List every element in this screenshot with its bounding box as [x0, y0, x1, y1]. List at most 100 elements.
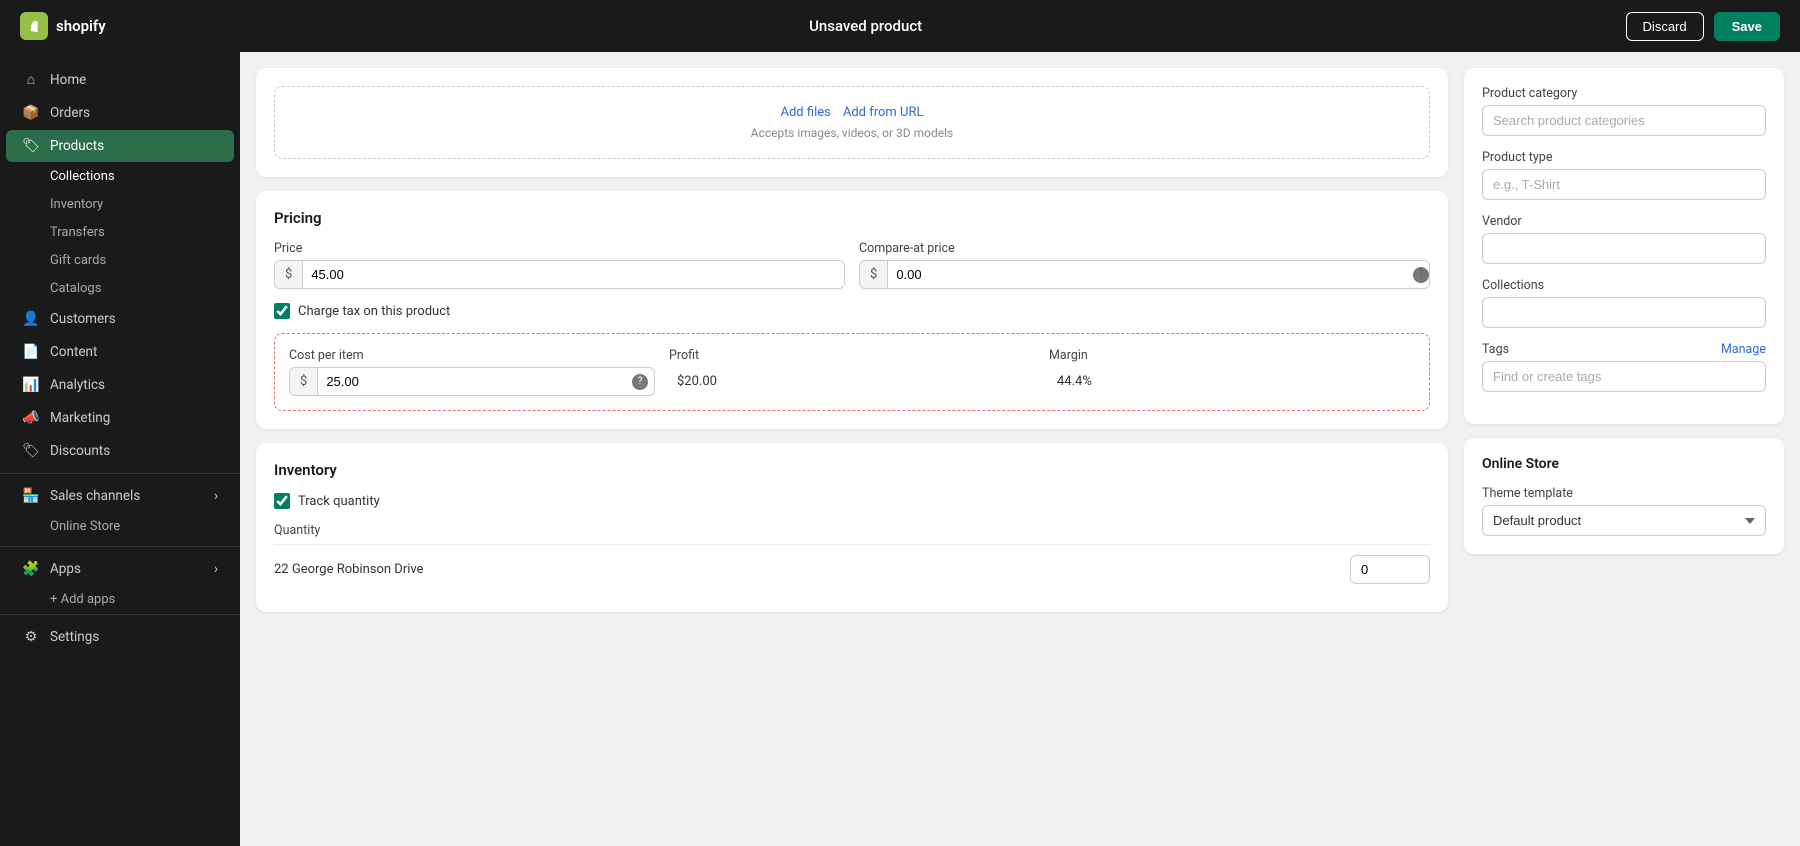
sidebar-item-analytics[interactable]: 📊 Analytics	[6, 369, 234, 401]
price-currency-symbol: $	[275, 261, 303, 288]
right-column: Product category Product type Vendor Col…	[1464, 68, 1784, 830]
compare-at-price-label: Compare-at price	[859, 241, 1430, 256]
quantity-input[interactable]	[1350, 555, 1430, 584]
quantity-label: Quantity	[274, 523, 1430, 538]
sidebar-subitem-add-apps[interactable]: + Add apps	[6, 586, 234, 613]
home-icon: ⌂	[22, 71, 40, 88]
cost-currency-symbol: $	[290, 368, 318, 395]
vendor-label: Vendor	[1482, 214, 1766, 229]
compare-currency-symbol: $	[860, 261, 888, 288]
orders-icon: 📦	[22, 105, 40, 121]
apps-icon: 🧩	[22, 561, 40, 577]
inventory-card: Inventory Track quantity Quantity 22 Geo…	[256, 443, 1448, 612]
media-dropzone[interactable]: Add files Add from URL Accepts images, v…	[274, 86, 1430, 159]
sidebar-subitem-online-store[interactable]: Online Store	[6, 513, 234, 540]
collections-group: Collections	[1482, 278, 1766, 328]
sidebar-item-customers[interactable]: 👤 Customers	[6, 303, 234, 335]
discard-button[interactable]: Discard	[1626, 12, 1704, 41]
track-quantity-checkbox[interactable]	[274, 493, 290, 509]
discounts-icon: 🏷	[22, 443, 40, 459]
profit-label: Profit	[669, 348, 1035, 363]
media-links: Add files Add from URL	[293, 105, 1411, 120]
sidebar-item-products[interactable]: 🏷 Products	[6, 130, 234, 162]
tags-header: Tags Manage	[1482, 342, 1766, 357]
sidebar-item-settings[interactable]: ⚙ Settings	[6, 621, 234, 653]
product-organization-card: Product category Product type Vendor Col…	[1464, 68, 1784, 424]
sidebar-item-home[interactable]: ⌂ Home	[6, 63, 234, 96]
media-card: Add files Add from URL Accepts images, v…	[256, 68, 1448, 177]
online-store-title: Online Store	[1482, 456, 1766, 472]
collections-label: Collections	[1482, 278, 1766, 293]
collections-input[interactable]	[1482, 297, 1766, 328]
track-quantity-label: Track quantity	[298, 494, 380, 509]
cost-input-wrapper: $ ?	[289, 367, 655, 396]
sidebar-subitem-transfers[interactable]: Transfers	[6, 219, 234, 246]
add-from-url-link[interactable]: Add from URL	[843, 105, 924, 120]
topbar-left: shopify	[20, 12, 106, 40]
price-field: Price $	[274, 241, 845, 289]
center-column: Add files Add from URL Accepts images, v…	[256, 68, 1448, 830]
charge-tax-row: Charge tax on this product	[274, 303, 1430, 319]
cost-section: Cost per item $ ? Profit $20.00	[274, 333, 1430, 411]
sidebar-orders-label: Orders	[50, 105, 90, 121]
margin-label: Margin	[1049, 348, 1415, 363]
pricing-title: Pricing	[274, 209, 1430, 227]
compare-help-icon[interactable]: ?	[1413, 267, 1429, 283]
compare-at-price-input[interactable]	[888, 261, 1409, 288]
price-input-wrapper: $	[274, 260, 845, 289]
product-category-input[interactable]	[1482, 105, 1766, 136]
sidebar-subitem-giftcards[interactable]: Gift cards	[6, 247, 234, 274]
charge-tax-checkbox[interactable]	[274, 303, 290, 319]
chevron-right-icon: ›	[214, 488, 218, 504]
sidebar-subitem-collections[interactable]: Collections	[6, 163, 234, 190]
price-input[interactable]	[303, 261, 844, 288]
sidebar-settings-label: Settings	[50, 629, 99, 645]
sidebar-subitem-inventory[interactable]: Inventory	[6, 191, 234, 218]
sales-channels-icon: 🏪	[22, 488, 40, 504]
content-icon: 📄	[22, 344, 40, 360]
sidebar-discounts-label: Discounts	[50, 443, 110, 459]
margin-field: Margin 44.4%	[1049, 348, 1415, 396]
inventory-title: Inventory	[274, 461, 1430, 479]
profit-field: Profit $20.00	[669, 348, 1035, 396]
analytics-icon: 📊	[22, 377, 40, 393]
sidebar-sales-channels-label: Sales channels	[50, 488, 140, 504]
compare-at-price-field: Compare-at price $ ?	[859, 241, 1430, 289]
sidebar-item-marketing[interactable]: 📣 Marketing	[6, 402, 234, 434]
vendor-input[interactable]	[1482, 233, 1766, 264]
theme-template-select[interactable]: Default product	[1482, 505, 1766, 536]
add-files-link[interactable]: Add files	[781, 105, 831, 120]
page-title: Unsaved product	[809, 17, 922, 35]
tags-label: Tags	[1482, 342, 1509, 357]
customers-icon: 👤	[22, 311, 40, 327]
sidebar-apps-label: Apps	[50, 561, 81, 577]
sidebar-item-orders[interactable]: 📦 Orders	[6, 97, 234, 129]
main-content: Add files Add from URL Accepts images, v…	[240, 52, 1800, 846]
sidebar-analytics-label: Analytics	[50, 377, 105, 393]
sidebar-item-discounts[interactable]: 🏷 Discounts	[6, 435, 234, 467]
media-hint: Accepts images, videos, or 3D models	[293, 126, 1411, 140]
settings-icon: ⚙	[22, 629, 40, 645]
sidebar-products-label: Products	[50, 138, 104, 154]
sidebar-subitem-catalogs[interactable]: Catalogs	[6, 275, 234, 302]
cost-row: Cost per item $ ? Profit $20.00	[289, 348, 1415, 396]
tags-input[interactable]	[1482, 361, 1766, 392]
quantity-row: 22 George Robinson Drive	[274, 544, 1430, 594]
product-type-input[interactable]	[1482, 169, 1766, 200]
cost-input[interactable]	[318, 368, 628, 395]
product-category-label: Product category	[1482, 86, 1766, 101]
sidebar-item-sales-channels[interactable]: 🏪 Sales channels ›	[6, 480, 234, 512]
sidebar-item-content[interactable]: 📄 Content	[6, 336, 234, 368]
cost-per-item-label: Cost per item	[289, 348, 655, 363]
layout: ⌂ Home 📦 Orders 🏷 Products Collections I…	[0, 52, 1800, 846]
sidebar-home-label: Home	[50, 72, 86, 88]
cost-help-icon[interactable]: ?	[632, 374, 648, 390]
product-category-group: Product category	[1482, 86, 1766, 136]
tags-manage-link[interactable]: Manage	[1721, 342, 1766, 357]
quantity-location: 22 George Robinson Drive	[274, 562, 424, 577]
sidebar-content-label: Content	[50, 344, 97, 360]
sidebar-item-apps[interactable]: 🧩 Apps ›	[6, 553, 234, 585]
charge-tax-label: Charge tax on this product	[298, 304, 450, 319]
save-button[interactable]: Save	[1714, 12, 1780, 41]
quantity-section: Quantity 22 George Robinson Drive	[274, 523, 1430, 594]
